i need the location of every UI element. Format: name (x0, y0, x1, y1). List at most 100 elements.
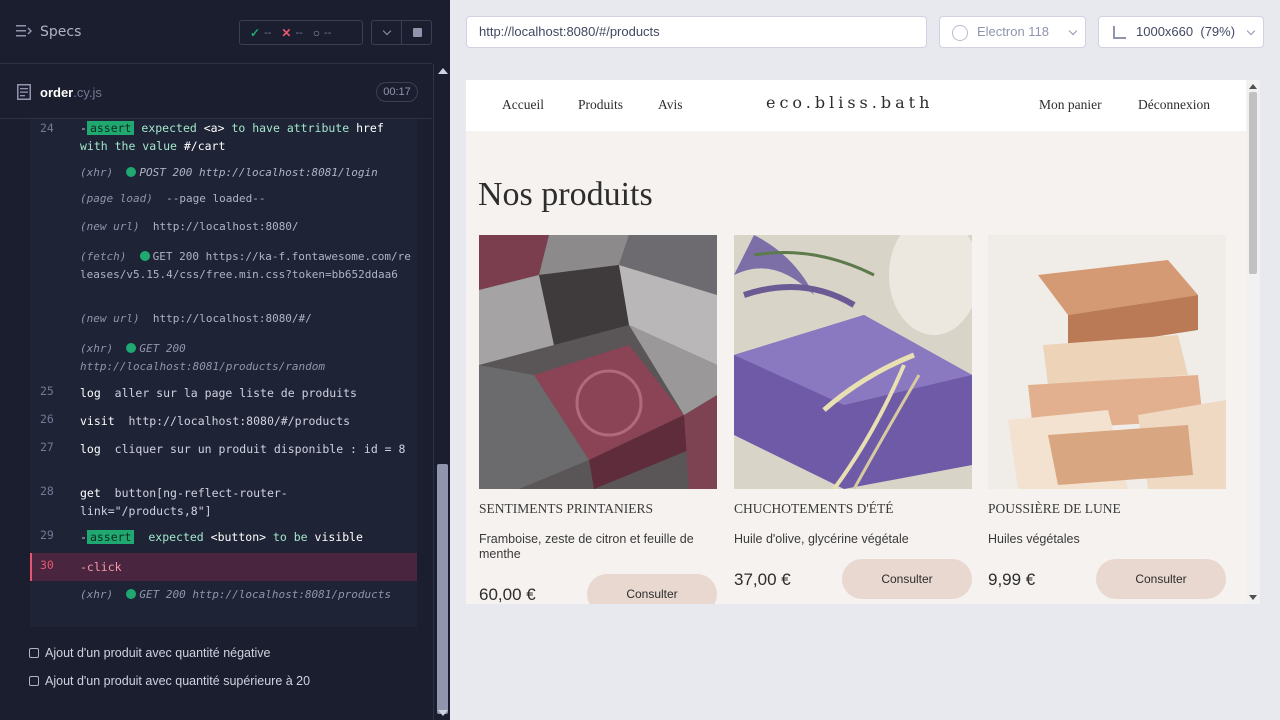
test-status-icon (29, 648, 39, 658)
passed-value: -- (264, 26, 272, 39)
command-name: log (80, 442, 101, 456)
site-logo[interactable]: eco.bliss.bath (766, 93, 933, 112)
spec-file-extension: .cy.js (73, 85, 102, 100)
consult-button[interactable]: Consulter (842, 559, 972, 599)
assert-text: to be (266, 530, 315, 544)
command-number: 28 (40, 484, 54, 498)
test-status-icon (29, 676, 39, 686)
options-dropdown-button[interactable] (371, 20, 402, 45)
scroll-up-icon[interactable] (438, 68, 448, 74)
browser-name: Electron 118 (977, 24, 1050, 39)
stop-icon (413, 28, 422, 37)
app-under-test-frame: Accueil Produits Avis eco.bliss.bath Mon… (466, 80, 1260, 604)
test-item[interactable]: Ajout d'un produit avec quantité supérie… (29, 674, 310, 688)
status-dot-icon (126, 343, 137, 353)
aut-panel: http://localhost:8080/#/products Electro… (450, 0, 1280, 720)
command-number: 25 (40, 384, 54, 398)
event-type: (xhr) (80, 342, 114, 355)
command-log: 24 - assert expected <a> to have attribut… (30, 119, 417, 627)
command-number: 24 (40, 121, 54, 135)
pending-count: ○ -- (313, 26, 332, 40)
product-image (734, 235, 972, 489)
check-icon: ✓ (250, 25, 261, 40)
product-image (988, 235, 1226, 489)
command-log-scrollbar[interactable] (433, 64, 450, 720)
failed-value: -- (295, 26, 303, 39)
product-name: POUSSIÈRE DE LUNE (988, 501, 1121, 516)
assert-subject: <a> (203, 121, 225, 135)
product-description: Huile d'olive, glycérine végétale (734, 532, 909, 546)
test-stats: ✓ -- ✕ -- ○ -- (239, 20, 363, 45)
event-text: POST 200 http://localhost:8081/login (139, 166, 378, 179)
url-bar[interactable]: http://localhost:8080/#/products (466, 16, 927, 48)
viewport-zoom: (79%) (1200, 24, 1236, 39)
command-name: get (80, 486, 101, 500)
consult-button[interactable]: Consulter (587, 574, 717, 604)
page-scrollbar[interactable] (1246, 80, 1260, 604)
scrollbar-thumb[interactable] (1249, 92, 1257, 274)
document-icon (17, 84, 31, 100)
viewport-selector[interactable]: 1000x660 (79%) (1098, 16, 1264, 48)
failed-count: ✕ -- (281, 26, 302, 40)
nav-link-produits[interactable]: Produits (578, 97, 623, 113)
cypress-runner-panel: Specs ✓ -- ✕ -- ○ -- order.cy.js 00:17 2… (0, 0, 450, 720)
nav-link-cart[interactable]: Mon panier (1039, 97, 1102, 113)
assert-text: with the value (80, 139, 184, 153)
consult-button[interactable]: Consulter (1096, 559, 1226, 599)
nav-link-avis[interactable]: Avis (658, 97, 683, 113)
scroll-down-icon[interactable] (438, 710, 448, 716)
product-price: 60,00 € (479, 585, 536, 604)
test-item[interactable]: Ajout d'un produit avec quantité négativ… (29, 646, 270, 660)
active-command-row[interactable]: 30 -click (30, 553, 417, 581)
event-text: GET 200 http://localhost:8081/products (139, 588, 392, 601)
product-card: POUSSIÈRE DE LUNE Huiles végétales 9,99 … (988, 235, 1226, 604)
event-text: --page loaded-- (166, 192, 266, 205)
product-name: CHUCHOTEMENTS D'ÉTÉ (734, 501, 894, 516)
pending-value: -- (324, 26, 332, 39)
stop-button[interactable] (402, 20, 432, 45)
passed-count: ✓ -- (250, 26, 271, 40)
spec-file-name[interactable]: order.cy.js (40, 85, 102, 100)
event-type: (new url) (80, 220, 140, 233)
scroll-down-icon[interactable] (1249, 595, 1257, 600)
command-name: log (80, 386, 101, 400)
specs-title[interactable]: Specs (40, 24, 81, 40)
scroll-up-icon[interactable] (1249, 84, 1257, 89)
test-title: Ajout d'un produit avec quantité négativ… (45, 646, 271, 660)
product-card: SENTIMENTS PRINTANIERS Framboise, zeste … (479, 235, 717, 604)
event-text: GET 200 http://localhost:8081/products/r… (80, 342, 326, 373)
x-icon: ✕ (281, 25, 292, 40)
specs-menu-icon[interactable] (16, 24, 32, 38)
nav-link-accueil[interactable]: Accueil (502, 97, 544, 113)
event-type: (xhr) (80, 588, 114, 601)
event-text: GET 200 https://ka-f.fontawesome.com/rel… (80, 250, 411, 281)
command-message: button[ng-reflect-router-link="/products… (80, 486, 288, 518)
browser-selector[interactable]: Electron 118 (939, 16, 1086, 48)
runner-header: Specs ✓ -- ✕ -- ○ -- (0, 0, 432, 64)
product-description: Framboise, zeste de citron et feuille de… (479, 532, 694, 561)
product-description: Huiles végétales (988, 532, 1080, 546)
scrollbar-thumb[interactable] (437, 464, 448, 714)
event-type: (xhr) (80, 166, 114, 179)
assert-attr: href (356, 121, 384, 135)
product-card: CHUCHOTEMENTS D'ÉTÉ Huile d'olive, glycé… (734, 235, 972, 604)
product-image (479, 235, 717, 489)
assert-subject: <button> (210, 530, 267, 544)
product-price: 9,99 € (988, 570, 1036, 589)
status-dot-icon (126, 167, 137, 177)
spec-file-row: order.cy.js 00:17 (0, 65, 432, 119)
nav-link-logout[interactable]: Déconnexion (1138, 97, 1210, 113)
assert-value: #/cart (183, 139, 226, 153)
spec-file-basename: order (40, 85, 74, 100)
assert-text: to have attribute (224, 121, 357, 135)
electron-icon (952, 25, 968, 41)
site-navbar: Accueil Produits Avis eco.bliss.bath Mon… (466, 80, 1246, 131)
pending-circle-icon: ○ (312, 25, 321, 40)
command-number: 27 (40, 440, 54, 454)
chevron-down-icon (1246, 26, 1256, 36)
command-message: aller sur la page liste de produits (114, 386, 357, 400)
product-name: SENTIMENTS PRINTANIERS (479, 501, 654, 516)
command-message: http://localhost:8080/#/products (128, 414, 351, 428)
assert-text: expected (148, 530, 211, 544)
ruler-icon (1113, 26, 1126, 39)
